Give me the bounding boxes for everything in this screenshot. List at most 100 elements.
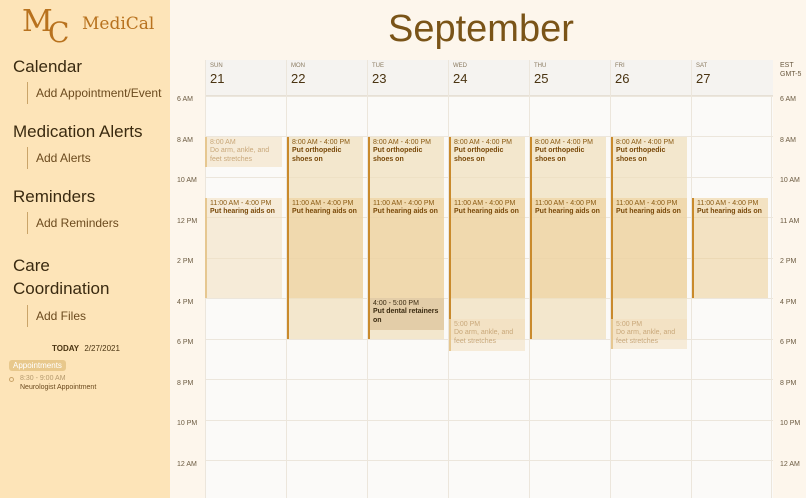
timezone-offset: GMT-5 — [780, 71, 802, 78]
section-title-reminders: Reminders — [13, 187, 96, 206]
event-title: Put orthopedic shoes on — [292, 147, 342, 163]
event-hearing-aids[interactable]: 11:00 AM - 4:00 PM Put hearing aids on — [611, 198, 687, 298]
event-stretches[interactable]: 5:00 PM Do arm, ankle, and feet stretche… — [449, 319, 525, 351]
hour-label-right: 6 AM — [780, 96, 796, 103]
event-title: Put orthopedic shoes on — [373, 147, 423, 163]
hour-label-right: 11 AM — [780, 218, 800, 225]
appointment-dot-icon — [9, 377, 14, 382]
appointment-time[interactable]: 8:30 - 9:00 AM — [20, 375, 66, 382]
hour-label: 6 PM — [177, 339, 194, 346]
event-time: 11:00 AM - 4:00 PM — [454, 200, 516, 207]
hour-label: 10 PM — [177, 420, 198, 427]
day-number: 22 — [291, 71, 306, 86]
add-reminders-link[interactable]: Add Reminders — [27, 212, 119, 234]
event-time: 11:00 AM - 4:00 PM — [535, 200, 597, 207]
hour-label: 12 PM — [177, 218, 198, 225]
event-title: Do arm, ankle, and feet stretches — [454, 329, 514, 345]
event-title: Put hearing aids on — [454, 208, 519, 215]
event-time: 8:00 AM - 4:00 PM — [454, 139, 512, 146]
add-files-link[interactable]: Add Files — [27, 305, 86, 327]
hour-label: 2 PM — [177, 258, 194, 265]
hour-label: 4 PM — [177, 299, 194, 306]
event-dental-retainers[interactable]: 4:00 - 5:00 PM Put dental retainers on — [368, 298, 444, 330]
hour-label: 8 PM — [177, 380, 194, 387]
event-time: 8:00 AM — [210, 139, 236, 146]
hour-label-right: 8 AM — [780, 137, 796, 144]
event-time: 11:00 AM - 4:00 PM — [210, 200, 272, 207]
day-number: 21 — [210, 71, 225, 86]
event-hearing-aids[interactable]: 11:00 AM - 4:00 PM Put hearing aids on — [205, 198, 282, 298]
logo-letter-c: C — [48, 16, 70, 49]
hour-label: 6 AM — [177, 96, 193, 103]
month-title: September — [388, 8, 574, 50]
event-time: 11:00 AM - 4:00 PM — [373, 200, 435, 207]
event-title: Put dental retainers on — [373, 308, 439, 324]
event-title: Put hearing aids on — [292, 208, 357, 215]
sidebar: M C MediCal Calendar Add Appointment/Eve… — [0, 0, 170, 498]
hour-label-right: 8 PM — [780, 380, 797, 387]
event-hearing-aids[interactable]: 11:00 AM - 4:00 PM Put hearing aids on — [449, 198, 525, 298]
event-title: Put orthopedic shoes on — [535, 147, 585, 163]
event-hearing-aids[interactable]: 11:00 AM - 4:00 PM Put hearing aids on — [530, 198, 606, 298]
day-name: SUN — [210, 63, 223, 69]
today-label: TODAY — [52, 344, 80, 353]
event-title: Put hearing aids on — [535, 208, 600, 215]
hour-label: 10 AM — [177, 177, 197, 184]
section-title-medication-alerts: Medication Alerts — [13, 122, 143, 141]
day-header[interactable]: FRI 26 — [611, 60, 692, 96]
section-title-line-1: Care — [13, 256, 50, 275]
day-number: 23 — [372, 71, 387, 86]
day-number: 26 — [615, 71, 630, 86]
event-stretches[interactable]: 8:00 AM Do arm, ankle, and feet stretche… — [205, 137, 282, 167]
event-time: 11:00 AM - 4:00 PM — [616, 200, 678, 207]
section-title-line-2: Coordination — [13, 279, 110, 298]
timezone-abbr: EST — [780, 62, 794, 69]
event-title: Put hearing aids on — [373, 208, 438, 215]
hour-label-right: 12 AM — [780, 461, 800, 468]
appointments-badge[interactable]: Appointments — [9, 360, 66, 371]
app-name: MediCal — [82, 14, 155, 34]
event-hearing-aids[interactable]: 11:00 AM - 4:00 PM Put hearing aids on — [287, 198, 363, 298]
hour-label: 12 AM — [177, 461, 197, 468]
day-name: TUE — [372, 63, 384, 69]
today-display: TODAY 2/27/2021 — [52, 344, 120, 353]
day-header[interactable]: WED 24 — [449, 60, 530, 96]
event-time: 8:00 AM - 4:00 PM — [292, 139, 350, 146]
day-name: WED — [453, 63, 467, 69]
week-grid: SUN 21 MON 22 TUE 23 WED 24 THU 25 FRI 2… — [205, 60, 773, 498]
section-title-calendar: Calendar — [13, 57, 82, 76]
day-number: 24 — [453, 71, 468, 86]
day-name: MON — [291, 63, 305, 69]
hour-label-right: 10 PM — [780, 420, 801, 427]
event-time: 8:00 AM - 4:00 PM — [535, 139, 593, 146]
add-alerts-link[interactable]: Add Alerts — [27, 147, 91, 169]
hour-label-right: 4 PM — [780, 299, 797, 306]
day-number: 27 — [696, 71, 711, 86]
timezone-label: EST GMT-5 — [780, 61, 801, 79]
app-logo[interactable]: M C MediCal — [22, 4, 162, 49]
event-title: Put hearing aids on — [616, 208, 681, 215]
hour-label: 8 AM — [177, 137, 193, 144]
event-stretches[interactable]: 5:00 PM Do arm, ankle, and feet stretche… — [611, 319, 687, 349]
day-header[interactable]: TUE 23 — [368, 60, 449, 96]
event-hearing-aids[interactable]: 11:00 AM - 4:00 PM Put hearing aids on — [368, 198, 444, 298]
day-header[interactable]: SAT 27 — [692, 60, 773, 96]
event-time: 8:00 AM - 4:00 PM — [616, 139, 674, 146]
day-header[interactable]: MON 22 — [287, 60, 368, 96]
event-hearing-aids[interactable]: 11:00 AM - 4:00 PM Put hearing aids on — [692, 198, 768, 298]
day-name: FRI — [615, 63, 625, 69]
appointment-name[interactable]: Neurologist Appointment — [20, 384, 96, 391]
event-title: Put hearing aids on — [697, 208, 762, 215]
event-time: 11:00 AM - 4:00 PM — [697, 200, 759, 207]
hour-label-right: 2 PM — [780, 258, 797, 265]
day-header[interactable]: THU 25 — [530, 60, 611, 96]
event-time: 11:00 AM - 4:00 PM — [292, 200, 354, 207]
hour-label-right: 6 PM — [780, 339, 797, 346]
day-number: 25 — [534, 71, 549, 86]
event-title: Put hearing aids on — [210, 208, 275, 215]
event-time: 5:00 PM — [454, 321, 481, 328]
event-title: Do arm, ankle, and feet stretches — [210, 147, 270, 163]
day-header[interactable]: SUN 21 — [206, 60, 287, 96]
add-appointment-link[interactable]: Add Appointment/Event — [27, 82, 161, 104]
today-date: 2/27/2021 — [84, 344, 120, 353]
